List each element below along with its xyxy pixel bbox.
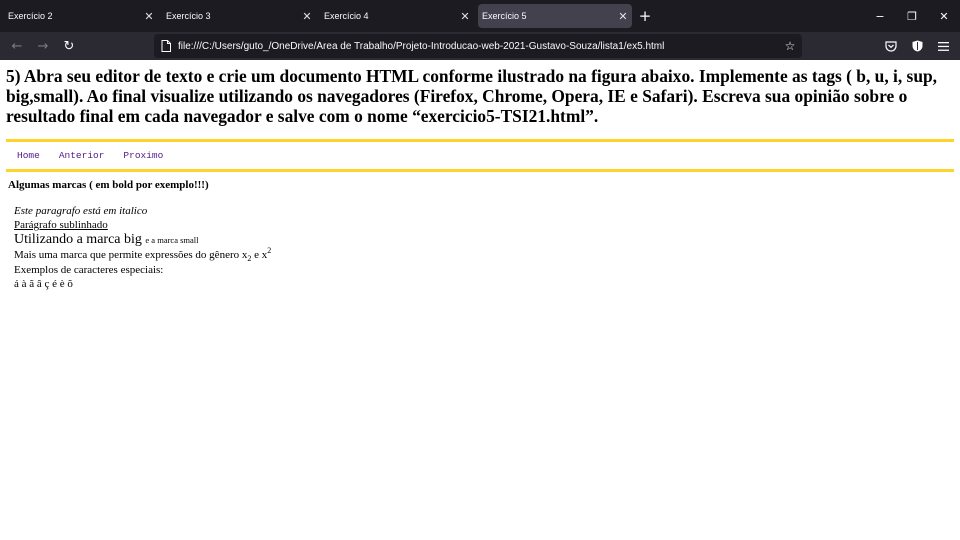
tab-exercicio-4[interactable]: Exercício 4 ✕ <box>320 4 474 28</box>
page-menu: Home Anterior Proximo <box>17 150 182 161</box>
window-controls: − ❐ ✕ <box>864 0 960 32</box>
new-tab-button[interactable]: + <box>632 4 658 28</box>
toolbar-right <box>878 34 956 58</box>
close-icon[interactable]: ✕ <box>140 10 158 23</box>
menu-icon[interactable] <box>930 34 956 58</box>
divider-top <box>6 139 954 142</box>
small-text: e a marca small <box>145 235 199 245</box>
tab-title: Exercício 4 <box>324 11 369 21</box>
close-icon[interactable]: ✕ <box>298 10 316 23</box>
menu-link-proximo[interactable]: Proximo <box>123 150 163 161</box>
back-button[interactable]: ← <box>4 34 30 58</box>
minimize-button[interactable]: − <box>864 0 896 32</box>
expression-prefix: Mais uma marca que permite expressões do… <box>14 249 248 261</box>
tab-bar: Exercício 2 ✕ Exercício 3 ✕ Exercício 4 … <box>0 0 960 32</box>
big-text: Utilizando a marca big <box>14 232 142 247</box>
expression-line: Mais uma marca que permite expressões do… <box>14 246 272 263</box>
close-icon[interactable]: ✕ <box>456 10 474 23</box>
underline-line: Parágrafo sublinhado <box>14 219 108 231</box>
navigation-toolbar: ← → ↻ file:///C:/Users/guto_/OneDrive/Ár… <box>0 32 960 60</box>
close-icon[interactable]: ✕ <box>614 10 632 23</box>
forward-button[interactable]: → <box>30 34 56 58</box>
divider-bottom <box>6 169 954 172</box>
tab-exercicio-5[interactable]: Exercício 5 ✕ <box>478 4 632 28</box>
url-text[interactable]: file:///C:/Users/guto_/OneDrive/Área de … <box>178 41 778 52</box>
reload-button[interactable]: ↻ <box>56 34 82 58</box>
page-icon <box>154 40 178 52</box>
subscript: 2 <box>247 254 252 263</box>
tab-title: Exercício 2 <box>8 11 53 21</box>
menu-link-anterior[interactable]: Anterior <box>59 150 105 161</box>
bookmark-star-icon[interactable]: ☆ <box>778 39 802 53</box>
address-bar[interactable]: file:///C:/Users/guto_/OneDrive/Área de … <box>154 34 802 58</box>
tab-title: Exercício 3 <box>166 11 211 21</box>
big-small-line: Utilizando a marca big e a marca small <box>14 232 271 248</box>
italic-line: Este paragrafo está em italico <box>14 205 148 217</box>
exercise-heading: 5) Abra seu editor de texto e crie um do… <box>6 66 938 126</box>
page-content: 5) Abra seu editor de texto e crie um do… <box>0 60 960 540</box>
special-chars: á à ã â ç é è õ <box>14 278 73 290</box>
pocket-icon[interactable] <box>878 34 904 58</box>
plus-icon: + <box>638 7 652 25</box>
restore-button[interactable]: ❐ <box>896 0 928 32</box>
menu-link-home[interactable]: Home <box>17 150 40 161</box>
tab-exercicio-2[interactable]: Exercício 2 ✕ <box>4 4 158 28</box>
tab-title: Exercício 5 <box>482 11 527 21</box>
special-chars-label: Exemplos de caracteres especiais: <box>14 264 164 276</box>
superscript: 2 <box>267 246 272 255</box>
section-heading: Algumas marcas ( em bold por exemplo!!!) <box>8 179 209 191</box>
close-window-button[interactable]: ✕ <box>928 0 960 32</box>
tab-exercicio-3[interactable]: Exercício 3 ✕ <box>162 4 316 28</box>
examples-block: Este paragrafo está em italico Parágrafo… <box>14 204 271 291</box>
expression-mid: e x <box>251 249 268 261</box>
shield-icon[interactable] <box>904 34 930 58</box>
